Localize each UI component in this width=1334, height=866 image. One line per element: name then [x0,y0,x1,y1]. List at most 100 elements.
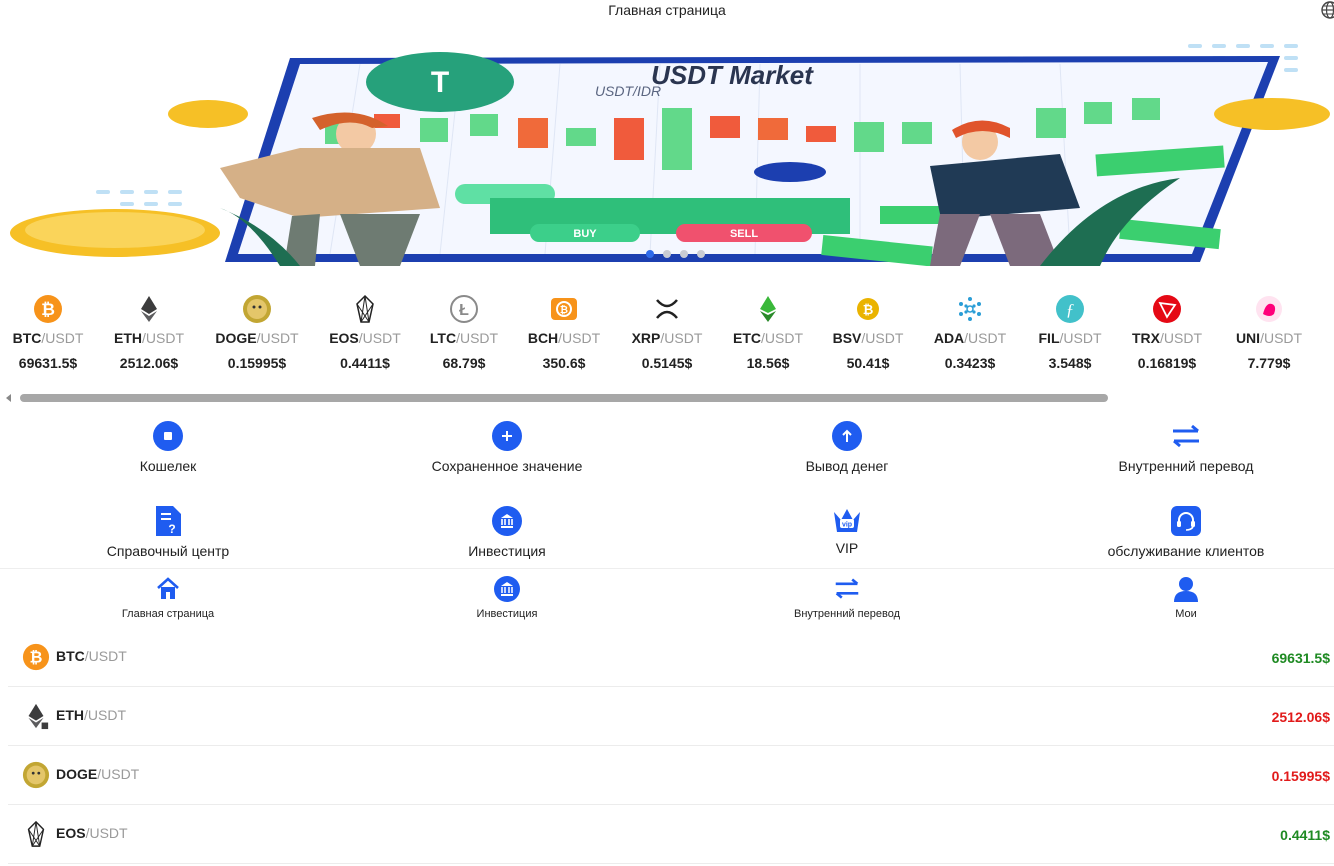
market-row-doge[interactable]: DOGE/USDT 0.15995$ [8,746,1334,805]
ticker-item-trx[interactable]: TRX/USDT 0.16819$ [1117,294,1217,371]
nav-profile[interactable]: Мои [1086,576,1286,620]
menu-label: обслуживание клиентов [1107,543,1265,559]
market-pair: BTC/USDT [56,648,127,664]
eos-icon [27,820,45,847]
ticker-price: 18.56$ [746,355,790,371]
market-row-eos[interactable]: EOS/USDT 0.4411$ [8,805,1334,864]
doge-icon [243,295,271,323]
xrp-icon [656,299,678,319]
ticker-item-bch[interactable]: ₿ BCH/USDT 350.6$ [514,294,614,371]
svg-text:₿: ₿ [41,300,55,319]
deposit-icon [492,421,522,451]
ticker-price: 3.548$ [1048,355,1092,371]
bch-icon: ₿ [551,298,577,320]
scrollbar-thumb[interactable] [20,394,1108,402]
bank-icon [494,576,520,602]
ticker-item-etc[interactable]: ETC/USDT 18.56$ [718,294,818,371]
scroll-left-arrow-icon[interactable] [6,394,11,402]
ticker-item-fil[interactable]: ƒ FIL/USDT 3.548$ [1020,294,1120,371]
ticker-price: 0.15995$ [227,355,287,371]
bank-icon [492,506,522,536]
bsv-icon: ₿ [857,298,879,320]
menu-label: Сохраненное значение [431,458,583,474]
menu-label: VIP [835,540,859,556]
top-bar: Главная страница [0,0,1334,22]
home-icon [157,577,179,599]
globe-icon[interactable] [1320,0,1334,20]
svg-text:vip: vip [842,522,852,529]
carousel-indicators[interactable] [646,250,705,258]
svg-text:₿: ₿ [560,304,568,316]
carousel-dot[interactable] [680,250,688,258]
ticker-item-bsv[interactable]: ₿ BSV/USDT 50.41$ [818,294,918,371]
ticker-item-btc[interactable]: ₿ BTC/USDT 69631.5$ [0,294,98,371]
ltc-icon: Ł [450,295,478,323]
banner-illustration: T USDT Market USDT/IDR BUY SELL [10,44,1330,266]
nav-investment[interactable]: Инвестиция [407,576,607,620]
btc-icon: ₿ [22,643,50,671]
nav-home[interactable]: Главная страница [68,576,268,620]
menu-vip[interactable]: vip VIP [747,506,947,556]
carousel-dot[interactable] [663,250,671,258]
market-pair: EOS/USDT [56,825,128,841]
svg-text:SELL: SELL [730,228,758,240]
nav-internal-transfer[interactable]: Внутренний перевод [747,576,947,620]
svg-text:₿: ₿ [30,649,43,667]
page-title: Главная страница [608,2,726,18]
menu-withdraw[interactable]: Вывод денег [747,421,947,474]
uni-icon [1256,296,1282,322]
nav-label: Главная страница [121,608,215,620]
btc-icon: ₿ [34,295,62,323]
ticker-price: 68.79$ [442,355,486,371]
ticker-price: 0.3423$ [944,355,996,371]
eth-icon [28,703,49,730]
menu-wallet[interactable]: Кошелек [68,421,268,474]
menu-label: Вывод денег [805,458,889,474]
ticker-strip[interactable]: ₿ BTC/USDT 69631.5$ ETH/USDT 2512.06$ DO… [0,294,1334,384]
ticker-item-eos[interactable]: EOS/USDT 0.4411$ [315,294,415,371]
ticker-price: 0.5145$ [641,355,693,371]
ticker-price: 0.16819$ [1137,355,1197,371]
transfer-icon [835,578,859,599]
menu-deposit[interactable]: Сохраненное значение [407,421,607,474]
market-price: 0.4411$ [1280,827,1330,843]
ticker-item-eth[interactable]: ETH/USDT 2512.06$ [99,294,199,371]
carousel-dot[interactable] [646,250,654,258]
menu-label: Кошелек [139,458,197,474]
promo-banner[interactable]: T USDT Market USDT/IDR BUY SELL [0,38,1334,266]
nav-label: Инвестиция [476,608,538,620]
carousel-dot[interactable] [697,250,705,258]
section-divider [0,568,1334,569]
svg-text:USDT Market: USDT Market [651,60,814,90]
market-row-btc[interactable]: ₿ BTC/USDT 69631.5$ [8,628,1334,687]
ticker-price: 0.4411$ [340,355,390,371]
help-document-icon: ? [156,506,181,536]
wallet-icon [153,421,183,451]
ada-icon [959,297,981,321]
ticker-item-ada[interactable]: ADA/USDT 0.3423$ [920,294,1020,371]
nav-label: Мои [1175,608,1197,620]
nav-label: Внутренний перевод [793,608,900,620]
ticker-item-doge[interactable]: DOGE/USDT 0.15995$ [207,294,307,371]
ticker-item-uni[interactable]: UNI/USDT 7.779$ [1219,294,1319,371]
menu-help-center[interactable]: ? Справочный центр [68,506,268,559]
market-price: 2512.06$ [1271,709,1330,725]
market-row-eth[interactable]: ETH/USDT 2512.06$ [8,687,1334,746]
transfer-icon [1173,424,1199,448]
menu-internal-transfer[interactable]: Внутренний перевод [1086,421,1286,474]
menu-investment[interactable]: Инвестиция [407,506,607,559]
market-pair: ETH/USDT [56,707,126,723]
vip-crown-icon: vip [834,509,860,532]
svg-text:?: ? [168,522,175,536]
ticker-item-ltc[interactable]: Ł LTC/USDT 68.79$ [414,294,514,371]
menu-label: Инвестиция [468,543,546,559]
menu-customer-service[interactable]: обслуживание клиентов [1086,506,1286,559]
eos-icon [356,294,374,323]
menu-label: Справочный центр [106,543,230,559]
ticker-scrollbar[interactable] [0,392,1334,404]
svg-text:Ł: Ł [459,302,469,319]
ticker-item-xrp[interactable]: XRP/USDT 0.5145$ [617,294,717,371]
svg-text:ƒ: ƒ [1066,300,1075,319]
svg-text:₿: ₿ [863,302,874,317]
market-price: 69631.5$ [1271,650,1330,666]
